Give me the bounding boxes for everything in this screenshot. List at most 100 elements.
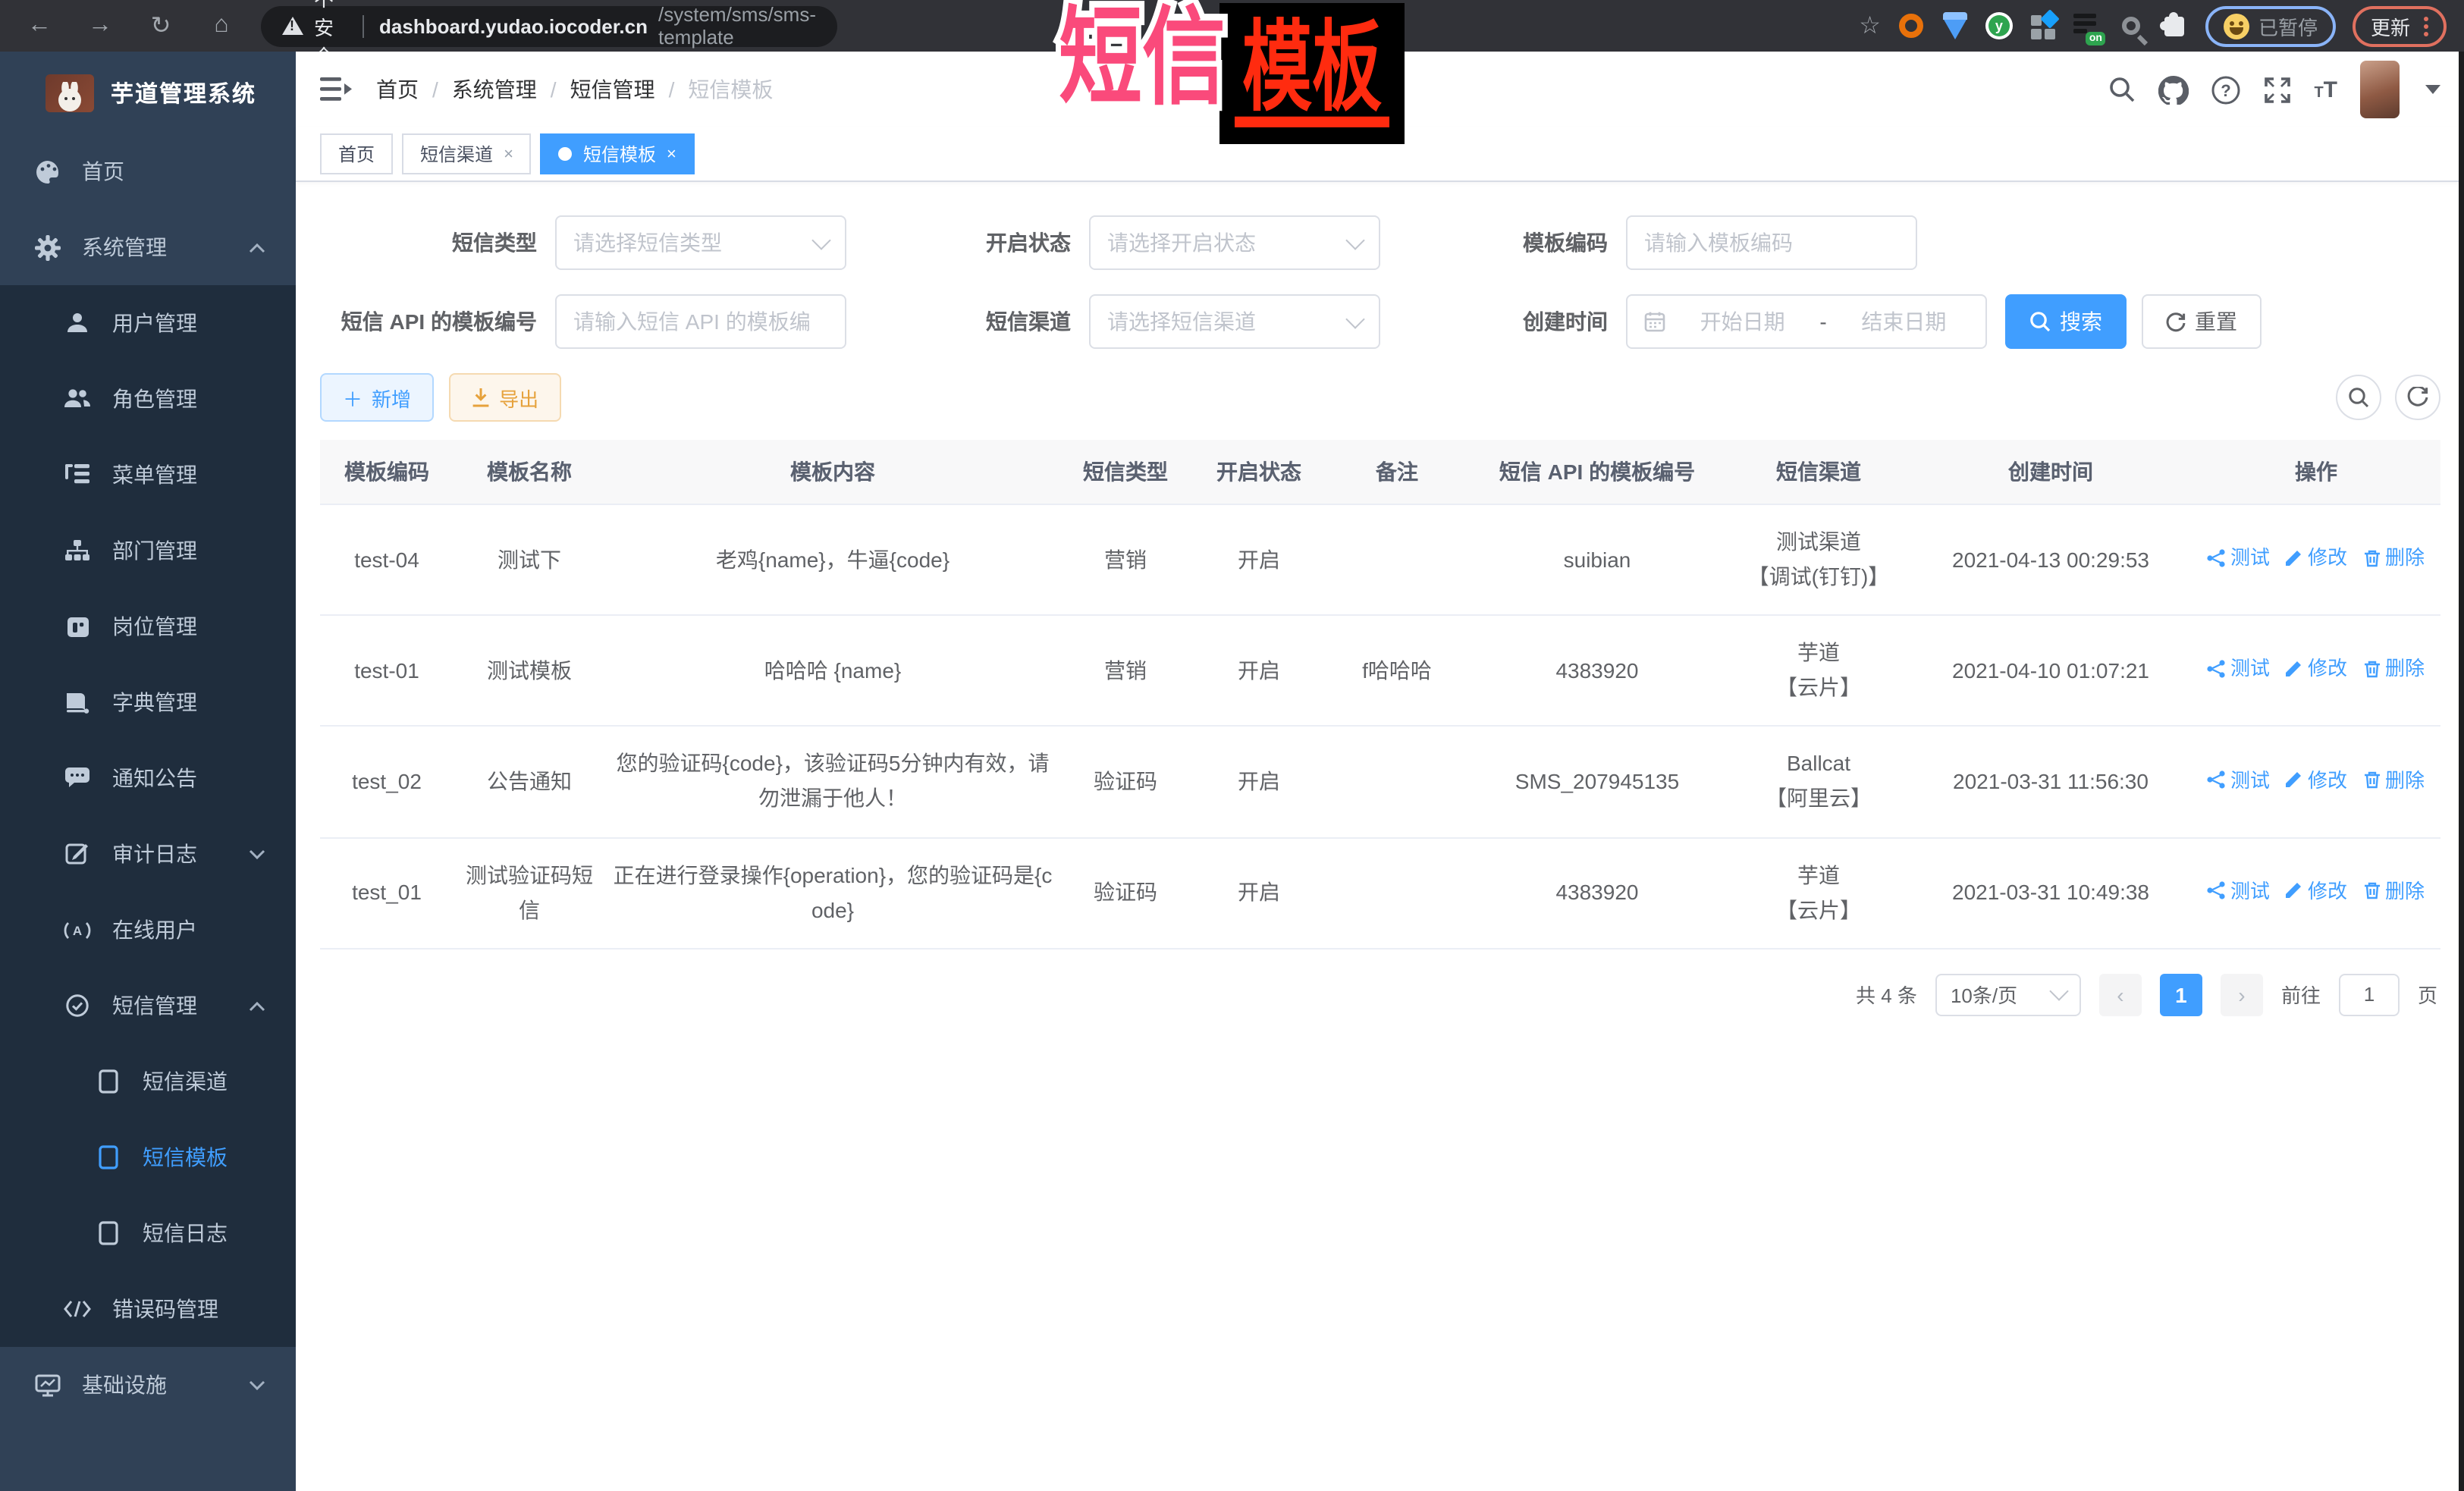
- extension-y-icon[interactable]: y: [1985, 12, 2013, 39]
- delete-link[interactable]: 删除: [2362, 541, 2425, 574]
- fullscreen-icon[interactable]: [2262, 75, 2291, 104]
- paused-badge[interactable]: 已暂停: [2205, 5, 2336, 46]
- edit-link[interactable]: 修改: [2285, 541, 2347, 574]
- api-template-id-label: 短信 API 的模板编号: [320, 306, 555, 337]
- table-toolbar: ＋ 新增 导出: [320, 373, 2440, 422]
- header-search-icon[interactable]: [2108, 76, 2135, 103]
- add-button[interactable]: ＋ 新增: [320, 373, 434, 422]
- page-1-button[interactable]: 1: [2160, 974, 2202, 1016]
- sidebar-item-posts[interactable]: 岗位管理: [0, 589, 296, 664]
- status-select[interactable]: 请选择开启状态: [1089, 215, 1380, 270]
- chevron-down-icon: [2049, 982, 2068, 1001]
- sidebar-item-dictionary[interactable]: 字典管理: [0, 664, 296, 740]
- chevron-down-icon: [249, 849, 265, 859]
- edit-link[interactable]: 修改: [2285, 875, 2347, 908]
- sidebar-item-notices[interactable]: 通知公告: [0, 740, 296, 816]
- test-link[interactable]: 测试: [2208, 875, 2270, 908]
- sidebar-item-sms-channel[interactable]: 短信渠道: [0, 1044, 296, 1119]
- sidebar-item-infrastructure[interactable]: 基础设施: [0, 1347, 296, 1423]
- sidebar-item-menus[interactable]: 菜单管理: [0, 437, 296, 513]
- sidebar-collapse-icon[interactable]: [320, 76, 352, 103]
- sidebar-item-system[interactable]: 系统管理: [0, 209, 296, 285]
- start-date-placeholder: 开始日期: [1678, 306, 1807, 337]
- extension-magnifier-icon[interactable]: [2117, 12, 2145, 39]
- test-link[interactable]: 测试: [2208, 764, 2270, 796]
- sidebar-item-sms[interactable]: 短信管理: [0, 968, 296, 1044]
- browser-menu-icon[interactable]: [2424, 16, 2428, 36]
- chevron-down-icon: [811, 230, 830, 249]
- api-template-id-input[interactable]: 请输入短信 API 的模板编: [555, 294, 846, 349]
- create-time-label: 创建时间: [1380, 306, 1626, 337]
- sidebar-item-roles[interactable]: 角色管理: [0, 361, 296, 437]
- reset-button[interactable]: 重置: [2142, 294, 2262, 349]
- close-icon[interactable]: ×: [667, 145, 676, 163]
- download-icon: [472, 388, 490, 407]
- pagination-total: 共 4 条: [1856, 981, 1917, 1009]
- dashboard-icon: [33, 158, 61, 185]
- show-search-button[interactable]: [2336, 375, 2381, 420]
- export-button[interactable]: 导出: [449, 373, 561, 422]
- sidebar-item-sms-log[interactable]: 短信日志: [0, 1195, 296, 1271]
- browser-reload-icon[interactable]: ↻: [140, 5, 182, 47]
- update-button[interactable]: 更新: [2353, 5, 2447, 46]
- github-icon[interactable]: [2158, 75, 2188, 104]
- tab-sms-template[interactable]: 短信模板 ×: [541, 133, 695, 174]
- logo-rabbit-image: [46, 74, 94, 111]
- tab-home[interactable]: 首页: [320, 133, 393, 174]
- extensions-puzzle-icon[interactable]: [2161, 12, 2189, 39]
- goto-label: 前往: [2281, 981, 2321, 1009]
- breadcrumb-sms[interactable]: 短信管理: [570, 74, 655, 105]
- edit-link[interactable]: 修改: [2285, 653, 2347, 686]
- next-page-button[interactable]: ›: [2221, 974, 2263, 1016]
- calendar-icon: [1644, 311, 1665, 332]
- sidebar-item-users[interactable]: 用户管理: [0, 285, 296, 361]
- search-button[interactable]: 搜索: [2005, 294, 2127, 349]
- users-icon: [64, 385, 91, 413]
- template-code-input[interactable]: 请输入模板编码: [1626, 215, 1917, 270]
- delete-link[interactable]: 删除: [2362, 764, 2425, 796]
- svg-text:A: A: [73, 923, 82, 937]
- bookmark-star-icon[interactable]: ☆: [1859, 11, 1881, 41]
- font-size-icon[interactable]: TT: [2314, 77, 2337, 102]
- extension-gem-icon[interactable]: [1941, 12, 1969, 39]
- create-time-range-picker[interactable]: 开始日期 - 结束日期: [1626, 294, 1987, 349]
- sidebar-item-online-users[interactable]: A 在线用户: [0, 892, 296, 968]
- prev-page-button[interactable]: ‹: [2099, 974, 2142, 1016]
- test-link[interactable]: 测试: [2208, 653, 2270, 686]
- sidebar-item-audit-log[interactable]: 审计日志: [0, 816, 296, 892]
- app-title: 芋道管理系统: [111, 77, 256, 108]
- test-link[interactable]: 测试: [2208, 541, 2270, 574]
- extension-ring-icon[interactable]: [1897, 12, 1925, 39]
- page-size-select[interactable]: 10条/页: [1935, 974, 2081, 1016]
- delete-link[interactable]: 删除: [2362, 875, 2425, 908]
- breadcrumb-home[interactable]: 首页: [376, 74, 419, 105]
- sidebar-item-error-codes[interactable]: 错误码管理: [0, 1271, 296, 1347]
- browser-forward-icon[interactable]: →: [79, 5, 121, 47]
- plus-icon: ＋: [343, 383, 363, 412]
- tab-sms-channel[interactable]: 短信渠道 ×: [402, 133, 532, 174]
- delete-link[interactable]: 删除: [2362, 653, 2425, 686]
- extension-list-icon[interactable]: on: [2073, 12, 2101, 39]
- code-icon: [64, 1295, 91, 1323]
- svg-text:?: ?: [2221, 80, 2230, 99]
- chevron-up-icon: [249, 1000, 265, 1011]
- org-tree-icon: [64, 537, 91, 564]
- refresh-button[interactable]: [2395, 375, 2440, 420]
- avatar-caret-icon[interactable]: [2425, 85, 2440, 94]
- browser-home-icon[interactable]: ⌂: [200, 5, 243, 47]
- user-avatar[interactable]: [2360, 61, 2400, 118]
- address-bar[interactable]: 不安全 dashboard.yudao.iocoder.cn/system/sm…: [261, 5, 837, 46]
- sidebar-item-departments[interactable]: 部门管理: [0, 513, 296, 589]
- help-icon[interactable]: ?: [2211, 75, 2240, 104]
- sidebar-item-sms-template[interactable]: 短信模板: [0, 1119, 296, 1195]
- sms-type-select[interactable]: 请选择短信类型: [555, 215, 846, 270]
- breadcrumb-system[interactable]: 系统管理: [452, 74, 537, 105]
- goto-page-input[interactable]: 1: [2339, 974, 2400, 1016]
- extension-grid-icon[interactable]: [2029, 12, 2057, 39]
- table-row: test_01 测试验证码短信 正在进行登录操作{operation}，您的验证…: [320, 837, 2440, 948]
- channel-select[interactable]: 请选择短信渠道: [1089, 294, 1380, 349]
- close-icon[interactable]: ×: [504, 145, 513, 163]
- sidebar-item-home[interactable]: 首页: [0, 133, 296, 209]
- edit-link[interactable]: 修改: [2285, 764, 2347, 796]
- browser-back-icon[interactable]: ←: [18, 5, 61, 47]
